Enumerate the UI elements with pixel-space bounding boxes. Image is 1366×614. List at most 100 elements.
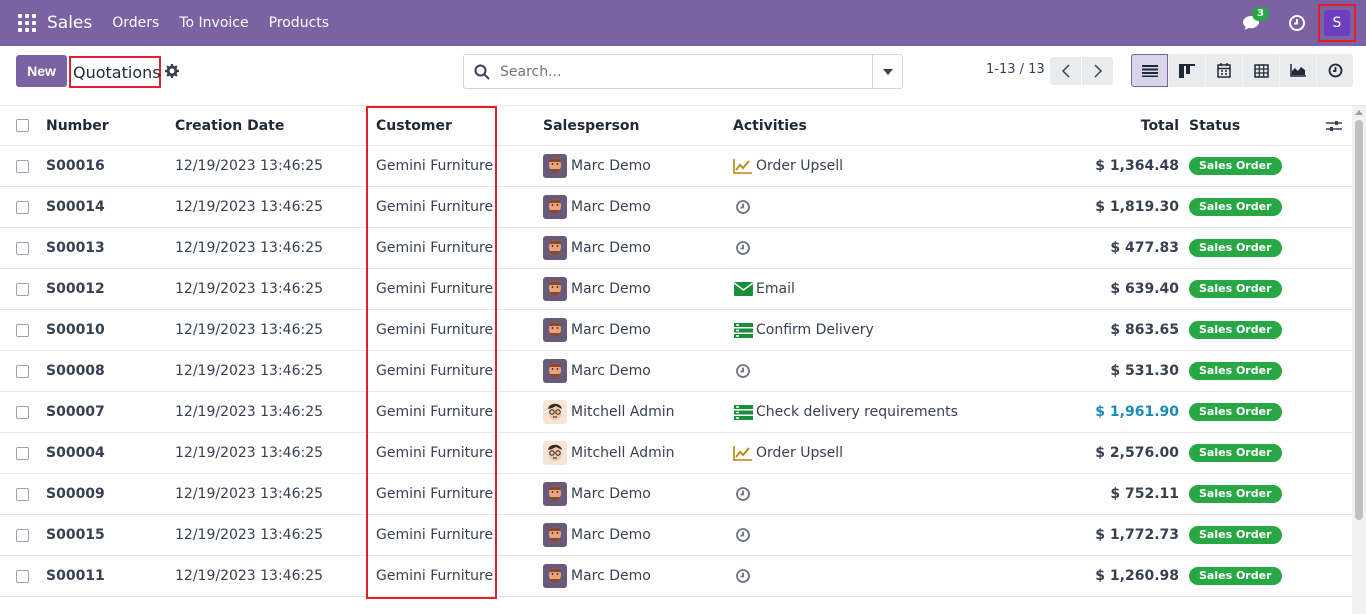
kanban-view-button[interactable]	[1168, 54, 1205, 87]
row-checkbox[interactable]	[16, 146, 30, 186]
activity[interactable]: Email	[733, 269, 795, 309]
table-row[interactable]: S00012 12/19/2023 13:46:25 Gemini Furnitur…	[0, 269, 1352, 310]
activity[interactable]	[733, 556, 756, 596]
nav-orders[interactable]: Orders	[112, 15, 159, 31]
salesperson[interactable]: Marc Demo	[543, 228, 651, 268]
activity[interactable]	[733, 187, 756, 227]
row-checkbox[interactable]	[16, 433, 30, 473]
envelope-icon[interactable]	[733, 280, 753, 298]
salesperson[interactable]: Marc Demo	[543, 351, 651, 391]
pager-previous-button[interactable]	[1050, 57, 1081, 85]
order-total: $ 863.65	[1110, 322, 1179, 338]
user-avatar[interactable]: S	[1324, 10, 1350, 36]
activity[interactable]	[733, 228, 756, 268]
calendar-view-button[interactable]	[1205, 54, 1242, 87]
order-total: $ 639.40	[1110, 281, 1179, 297]
salesperson[interactable]: Mitchell Admin	[543, 433, 675, 473]
table-row[interactable]: S00011 12/19/2023 13:46:25 Gemini Furnitur…	[0, 556, 1352, 597]
row-checkbox[interactable]	[16, 392, 30, 432]
header-number[interactable]: Number	[46, 106, 109, 145]
clock-icon[interactable]	[733, 485, 753, 503]
activity[interactable]	[733, 351, 756, 391]
new-button[interactable]: New	[16, 55, 67, 87]
header-total[interactable]: Total	[1141, 106, 1179, 145]
salesperson[interactable]: Marc Demo	[543, 474, 651, 514]
row-checkbox[interactable]	[16, 228, 30, 268]
activity-view-button[interactable]	[1316, 54, 1353, 87]
scroll-up-icon[interactable]	[1355, 110, 1363, 115]
row-checkbox[interactable]	[16, 269, 30, 309]
activity[interactable]: Check delivery requirements	[733, 392, 958, 432]
search-bar	[463, 54, 903, 89]
scrollbar-thumb[interactable]	[1355, 120, 1363, 520]
row-checkbox[interactable]	[16, 351, 30, 391]
status-badge: Sales Order	[1189, 198, 1282, 216]
salesperson[interactable]: Marc Demo	[543, 269, 651, 309]
status-badge: Sales Order	[1189, 567, 1282, 585]
user-menu[interactable]: S	[1318, 4, 1356, 42]
activity-clock-icon[interactable]	[1288, 14, 1306, 32]
clock-icon[interactable]	[733, 362, 753, 380]
table-row[interactable]: S00010 12/19/2023 13:46:25 Gemini Furnitur…	[0, 310, 1352, 351]
salesperson[interactable]: Mitchell Admin	[543, 392, 675, 432]
row-checkbox[interactable]	[16, 556, 30, 596]
vertical-scrollbar[interactable]	[1352, 106, 1366, 614]
activity[interactable]: Order Upsell	[733, 433, 843, 473]
order-number: S00007	[46, 404, 105, 420]
app-brand[interactable]: Sales	[47, 13, 92, 33]
activity[interactable]: Confirm Delivery	[733, 310, 874, 350]
row-checkbox[interactable]	[16, 310, 30, 350]
nav-products[interactable]: Products	[269, 15, 329, 31]
table-row[interactable]: S00014 12/19/2023 13:46:25 Gemini Furnitur…	[0, 187, 1352, 228]
salesperson[interactable]: Marc Demo	[543, 515, 651, 555]
header-customer[interactable]: Customer	[376, 106, 452, 145]
order-total: $ 2,576.00	[1095, 445, 1179, 461]
activity[interactable]: Order Upsell	[733, 146, 843, 186]
salesperson[interactable]: Marc Demo	[543, 310, 651, 350]
search-input[interactable]	[500, 63, 860, 80]
row-checkbox[interactable]	[16, 515, 30, 555]
order-number: S00009	[46, 486, 105, 502]
gear-icon[interactable]	[165, 64, 179, 78]
pivot-view-button[interactable]	[1242, 54, 1279, 87]
salesperson-avatar	[543, 359, 567, 383]
tasks-icon[interactable]	[733, 403, 753, 421]
tasks-icon[interactable]	[733, 321, 753, 339]
header-salesperson[interactable]: Salesperson	[543, 106, 640, 145]
clock-icon[interactable]	[733, 198, 753, 216]
salesperson[interactable]: Marc Demo	[543, 556, 651, 596]
creation-date: 12/19/2023 13:46:25	[175, 363, 324, 379]
clock-icon[interactable]	[733, 567, 753, 585]
activity[interactable]	[733, 474, 756, 514]
apps-menu-icon[interactable]	[18, 14, 36, 32]
salesperson[interactable]: Marc Demo	[543, 187, 651, 227]
search-options-toggle[interactable]	[872, 55, 902, 88]
table-row[interactable]: S00007 12/19/2023 13:46:25 Gemini Furnitur…	[0, 392, 1352, 433]
optional-columns-toggle[interactable]	[1326, 106, 1342, 145]
activity[interactable]	[733, 515, 756, 555]
nav-to-invoice[interactable]: To Invoice	[179, 15, 248, 31]
status-cell: Sales Order	[1189, 556, 1282, 596]
row-checkbox[interactable]	[16, 187, 30, 227]
table-row[interactable]: S00015 12/19/2023 13:46:25 Gemini Furnitur…	[0, 515, 1352, 556]
graph-view-button[interactable]	[1279, 54, 1316, 87]
upsell-chart-icon[interactable]	[733, 157, 753, 175]
table-row[interactable]: S00004 12/19/2023 13:46:25 Gemini Furnitur…	[0, 433, 1352, 474]
list-view-button[interactable]	[1131, 54, 1168, 87]
pager-next-button[interactable]	[1082, 57, 1113, 85]
header-creation-date[interactable]: Creation Date	[175, 106, 284, 145]
row-checkbox[interactable]	[16, 474, 30, 514]
salesperson[interactable]: Marc Demo	[543, 146, 651, 186]
upsell-chart-icon[interactable]	[733, 444, 753, 462]
clock-icon[interactable]	[733, 526, 753, 544]
header-status[interactable]: Status	[1189, 106, 1240, 145]
clock-icon[interactable]	[733, 239, 753, 257]
table-row[interactable]: S00013 12/19/2023 13:46:25 Gemini Furnitur…	[0, 228, 1352, 269]
select-all-checkbox[interactable]	[16, 106, 30, 145]
header-activities[interactable]: Activities	[733, 106, 807, 145]
table-row[interactable]: S00016 12/19/2023 13:46:25 Gemini Furnitur…	[0, 146, 1352, 187]
pager-value[interactable]: 1-13 / 13	[986, 62, 1045, 77]
messages-button[interactable]: 3	[1242, 7, 1269, 33]
table-row[interactable]: S00009 12/19/2023 13:46:25 Gemini Furnitur…	[0, 474, 1352, 515]
table-row[interactable]: S00008 12/19/2023 13:46:25 Gemini Furnitur…	[0, 351, 1352, 392]
